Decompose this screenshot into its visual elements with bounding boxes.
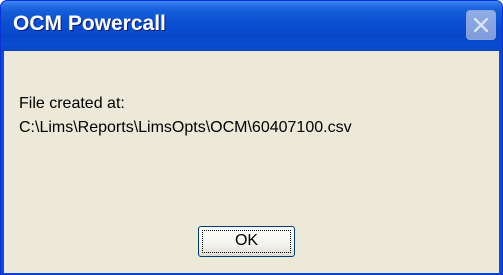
message-dialog: OCM Powercall File created at: C:\Lims\R…	[0, 0, 503, 275]
message-label: File created at:	[19, 95, 125, 112]
dialog-body: File created at: C:\Lims\Reports\LimsOpt…	[4, 51, 499, 273]
ok-button-label: OK	[234, 232, 259, 249]
ok-button[interactable]: OK	[198, 226, 295, 257]
close-icon	[473, 17, 489, 33]
file-path-text: C:\Lims\Reports\LimsOpts\OCM\60407100.cs…	[19, 119, 352, 136]
window-title: OCM Powercall	[13, 12, 166, 35]
title-bar[interactable]: OCM Powercall	[1, 1, 502, 51]
close-button[interactable]	[466, 10, 496, 40]
